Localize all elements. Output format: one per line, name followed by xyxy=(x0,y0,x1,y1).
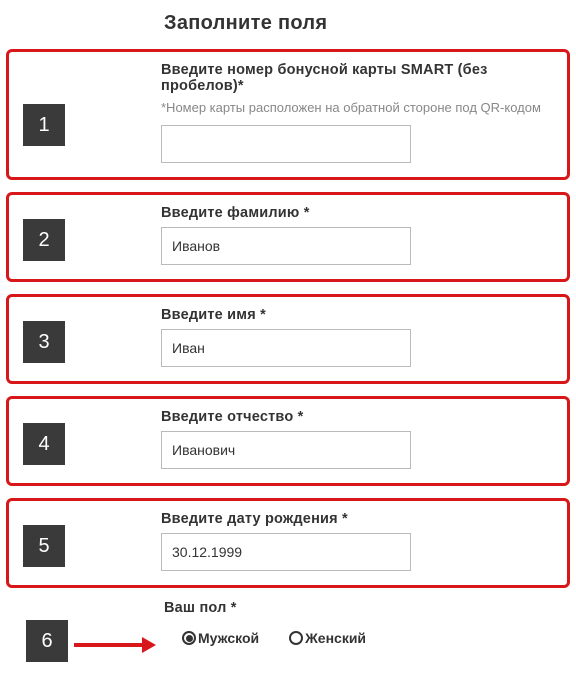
radio-icon xyxy=(289,631,303,645)
step-6-section: 6 Ваш пол * Мужской Женский xyxy=(6,600,570,662)
step-5-number: 5 xyxy=(23,525,65,567)
patronymic-input[interactable] xyxy=(161,431,411,469)
step-1-number: 1 xyxy=(23,104,65,146)
gender-female-radio[interactable]: Женский xyxy=(289,630,366,646)
arrow-icon xyxy=(72,635,156,655)
birthdate-input[interactable] xyxy=(161,533,411,571)
step-4-number: 4 xyxy=(23,423,65,465)
radio-icon xyxy=(182,631,196,645)
gender-radio-group: Мужской Женский xyxy=(182,630,570,646)
lastname-label: Введите фамилию * xyxy=(161,205,553,221)
page-title: Заполните поля xyxy=(164,12,570,35)
card-number-hint: *Номер карты расположен на обратной стор… xyxy=(161,100,553,115)
gender-label: Ваш пол * xyxy=(164,600,570,616)
step-5-box: 5 Введите дату рождения * xyxy=(6,498,570,588)
birthdate-label: Введите дату рождения * xyxy=(161,511,553,527)
firstname-input[interactable] xyxy=(161,329,411,367)
step-3-box: 3 Введите имя * xyxy=(6,294,570,384)
firstname-label: Введите имя * xyxy=(161,307,553,323)
gender-male-radio[interactable]: Мужской xyxy=(182,630,259,646)
step-6-number: 6 xyxy=(26,620,68,662)
card-number-label: Введите номер бонусной карты SMART (без … xyxy=(161,62,553,94)
step-4-box: 4 Введите отчество * xyxy=(6,396,570,486)
step-3-number: 3 xyxy=(23,321,65,363)
patronymic-label: Введите отчество * xyxy=(161,409,553,425)
card-number-input[interactable] xyxy=(161,125,411,163)
step-1-box: 1 Введите номер бонусной карты SMART (бе… xyxy=(6,49,570,180)
step-2-box: 2 Введите фамилию * xyxy=(6,192,570,282)
step-2-number: 2 xyxy=(23,219,65,261)
lastname-input[interactable] xyxy=(161,227,411,265)
gender-female-label: Женский xyxy=(305,630,366,646)
gender-male-label: Мужской xyxy=(198,630,259,646)
